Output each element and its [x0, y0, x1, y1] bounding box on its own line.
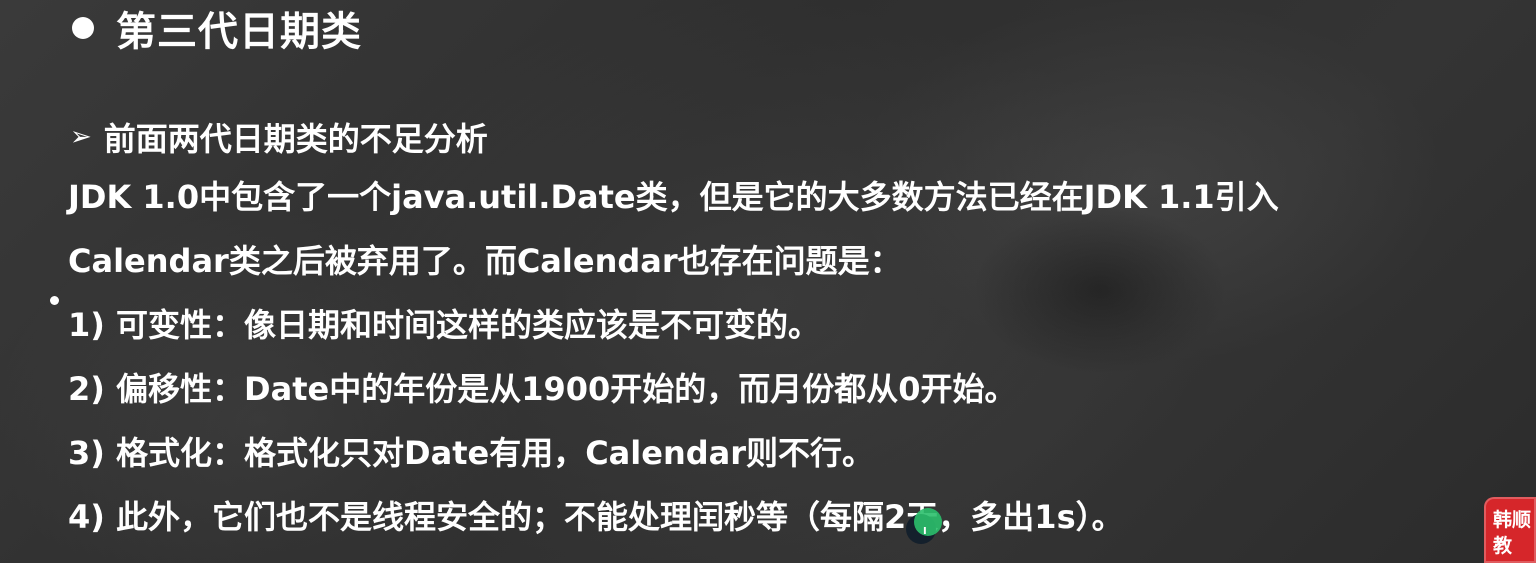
- body-line-3: 1) 可变性：像日期和时间这样的类应该是不可变的。: [68, 306, 821, 344]
- cursor-badge-icon: I: [906, 508, 942, 544]
- body-line-4: 2) 偏移性：Date中的年份是从1900开始的，而月份都从0开始。: [68, 370, 1017, 408]
- logo-text-1: 韩顺: [1493, 509, 1532, 531]
- body-line-5: 3) 格式化：格式化只对Date有用，Calendar则不行。: [68, 434, 875, 472]
- body-line-1: JDK 1.0中包含了一个java.util.Date类，但是它的大多数方法已经…: [68, 178, 1279, 216]
- arrow-bullet-icon: ➢: [70, 122, 92, 152]
- body-line-6: 4) 此外，它们也不是线程安全的；不能处理闰秒等（每隔2天，多出1s）。: [68, 498, 1124, 536]
- title-bullet-icon: [72, 17, 94, 39]
- body-line-2: Calendar类之后被弃用了。而Calendar也存在问题是：: [68, 242, 902, 280]
- subtitle-row: ➢ 前面两代日期类的不足分析: [70, 114, 488, 160]
- laser-dot-icon: [50, 296, 59, 305]
- cursor-badge-circle: [914, 508, 942, 536]
- logo-text-2: 教: [1493, 535, 1513, 557]
- title-row: 第三代日期类: [72, 4, 362, 55]
- brand-logo: 韩顺 教: [1484, 497, 1536, 563]
- pointer-icon: I: [923, 526, 927, 537]
- slide-title: 第三代日期类: [116, 9, 362, 55]
- slide: 第三代日期类 ➢ 前面两代日期类的不足分析 JDK 1.0中包含了一个java.…: [0, 0, 1536, 563]
- slide-subtitle: 前面两代日期类的不足分析: [103, 120, 488, 158]
